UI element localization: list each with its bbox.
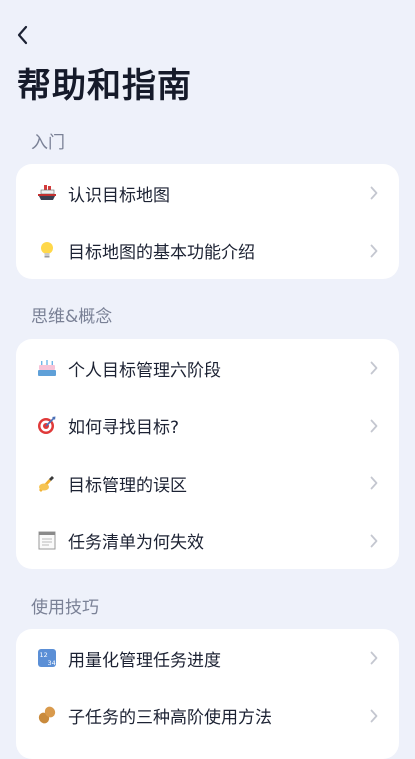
numbers-icon: 12 34 <box>37 648 57 668</box>
chevron-right-icon <box>369 243 379 259</box>
list-item-label: 个人目标管理六阶段 <box>68 360 221 381</box>
chevron-right-icon <box>369 360 379 376</box>
target-icon <box>37 415 57 435</box>
list-item[interactable]: 目标地图的基本功能介绍 <box>16 222 399 279</box>
list-item-label: 用量化管理任务进度 <box>68 650 221 671</box>
chevron-right-icon <box>369 533 379 549</box>
card-usage-tips: 12 34 用量化管理任务进度 子任务的三种高阶使用方法 <box>16 629 399 759</box>
list-item[interactable]: 目标管理的误区 <box>16 454 399 512</box>
chevron-right-icon <box>369 418 379 434</box>
list-item[interactable]: 12 34 用量化管理任务进度 <box>16 629 399 687</box>
list-item[interactable]: 如何寻找目标? <box>16 397 399 454</box>
chevron-right-icon <box>369 650 379 666</box>
list-item[interactable]: 子任务的三种高阶使用方法 <box>16 687 399 744</box>
page-title: 帮助和指南 <box>17 66 192 106</box>
svg-text:12: 12 <box>40 651 48 659</box>
list-item-label: 子任务的三种高阶使用方法 <box>68 708 272 728</box>
writing-hand-icon <box>37 473 57 493</box>
list-item-label: 目标地图的基本功能介绍 <box>68 243 255 263</box>
peanut-icon <box>37 705 57 725</box>
list-item[interactable]: 个人目标管理六阶段 <box>16 339 399 397</box>
card-thinking-concepts: 个人目标管理六阶段 如何寻找目标? 目标管理的误区 任务清单为何失效 <box>16 339 399 569</box>
svg-text:34: 34 <box>48 659 56 667</box>
card-getting-started: 认识目标地图 目标地图的基本功能介绍 <box>16 164 399 279</box>
list-item[interactable]: 任务清单为何失效 <box>16 512 399 569</box>
list-item-label: 认识目标地图 <box>68 185 170 206</box>
cake-icon <box>37 358 57 378</box>
list-item-label: 如何寻找目标? <box>68 418 180 438</box>
ship-icon <box>37 183 57 203</box>
lightbulb-icon <box>37 240 57 260</box>
section-label-usage-tips: 使用技巧 <box>31 598 99 618</box>
chevron-right-icon <box>369 185 379 201</box>
section-label-getting-started: 入门 <box>31 133 65 153</box>
list-item[interactable]: 认识目标地图 <box>16 164 399 222</box>
chevron-left-icon <box>17 25 28 45</box>
list-item-label: 目标管理的误区 <box>68 475 187 496</box>
section-label-thinking-concepts: 思维&概念 <box>31 307 113 327</box>
list-item-label: 任务清单为何失效 <box>68 533 204 553</box>
chevron-right-icon <box>369 708 379 724</box>
back-button[interactable] <box>10 22 36 48</box>
chevron-right-icon <box>369 475 379 491</box>
notepad-icon <box>37 530 57 550</box>
